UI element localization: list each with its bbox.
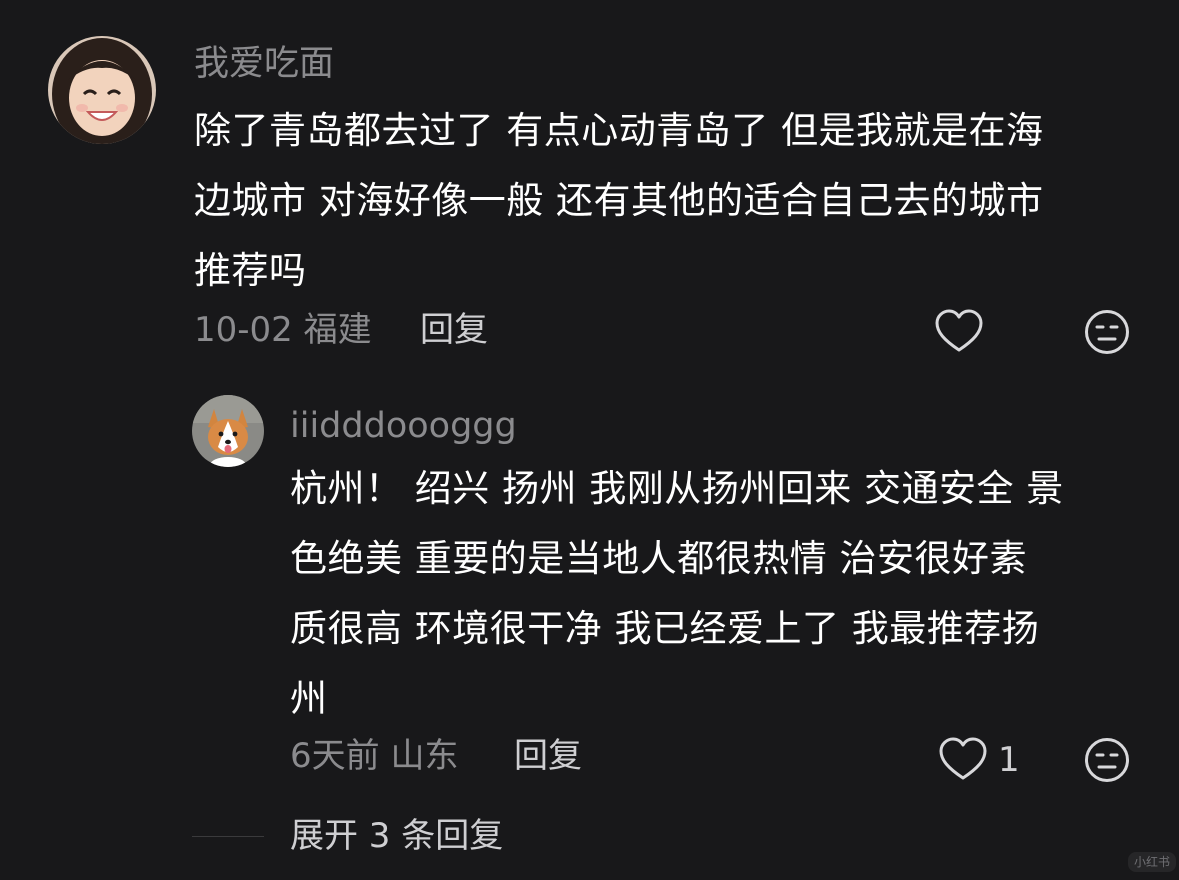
comment-date: 10-02 [194, 310, 293, 350]
reply-meta: 6天前 山东 [290, 734, 458, 778]
reply-reply-button[interactable]: 回复 [514, 734, 582, 778]
comment-reply-button[interactable]: 回复 [420, 308, 488, 352]
comment-location: 福建 [303, 310, 372, 350]
avatar-girl-image [48, 36, 156, 144]
comment-text-line: 边城市 对海好像一般 还有其他的适合自己去的城市 [194, 179, 1044, 222]
expand-divider [192, 836, 264, 837]
comment-text-line: 推荐吗 [194, 249, 307, 292]
reply-username[interactable]: iiidddoooggg [290, 404, 517, 448]
reply-text[interactable]: 杭州！ 绍兴 扬州 我刚从扬州回来 交通安全 景 色绝美 重要的是当地人都很热情… [290, 454, 1064, 734]
heart-outline-icon [939, 737, 987, 780]
heart-outline-icon [935, 309, 983, 352]
reply-date: 6天前 [290, 736, 380, 776]
comment-text[interactable]: 除了青岛都去过了 有点心动青岛了 但是我就是在海 边城市 对海好像一般 还有其他… [194, 96, 1044, 306]
reply-text-line: 州 [290, 677, 328, 720]
reply-location: 山东 [390, 736, 459, 776]
meh-face-icon [1085, 310, 1129, 354]
expand-replies-button[interactable]: 展开 3 条回复 [290, 814, 503, 858]
comment-text-line: 除了青岛都去过了 有点心动青岛了 但是我就是在海 [194, 109, 1044, 152]
avatar[interactable] [48, 36, 156, 144]
avatar-corgi-image [192, 395, 264, 467]
reply-dislike-button[interactable] [1084, 737, 1130, 783]
comment-like-button[interactable] [934, 308, 984, 356]
reply-text-line: 质很高 环境很干净 我已经爱上了 我最推荐扬 [290, 607, 1040, 650]
reply-avatar[interactable] [192, 395, 264, 467]
reply-like-count: 1 [998, 740, 1020, 780]
reply-text-line: 杭州！ 绍兴 扬州 我刚从扬州回来 交通安全 景 [290, 467, 1064, 510]
reply-like-button[interactable] [938, 736, 988, 784]
comment-username[interactable]: 我爱吃面 [194, 42, 334, 86]
comment-meta: 10-02 福建 [194, 308, 372, 352]
comment-dislike-button[interactable] [1084, 309, 1130, 355]
watermark-logo: 小红书 [1128, 852, 1177, 872]
reply-text-line: 色绝美 重要的是当地人都很热情 治安很好素 [290, 537, 1028, 580]
meh-face-icon [1085, 738, 1129, 782]
